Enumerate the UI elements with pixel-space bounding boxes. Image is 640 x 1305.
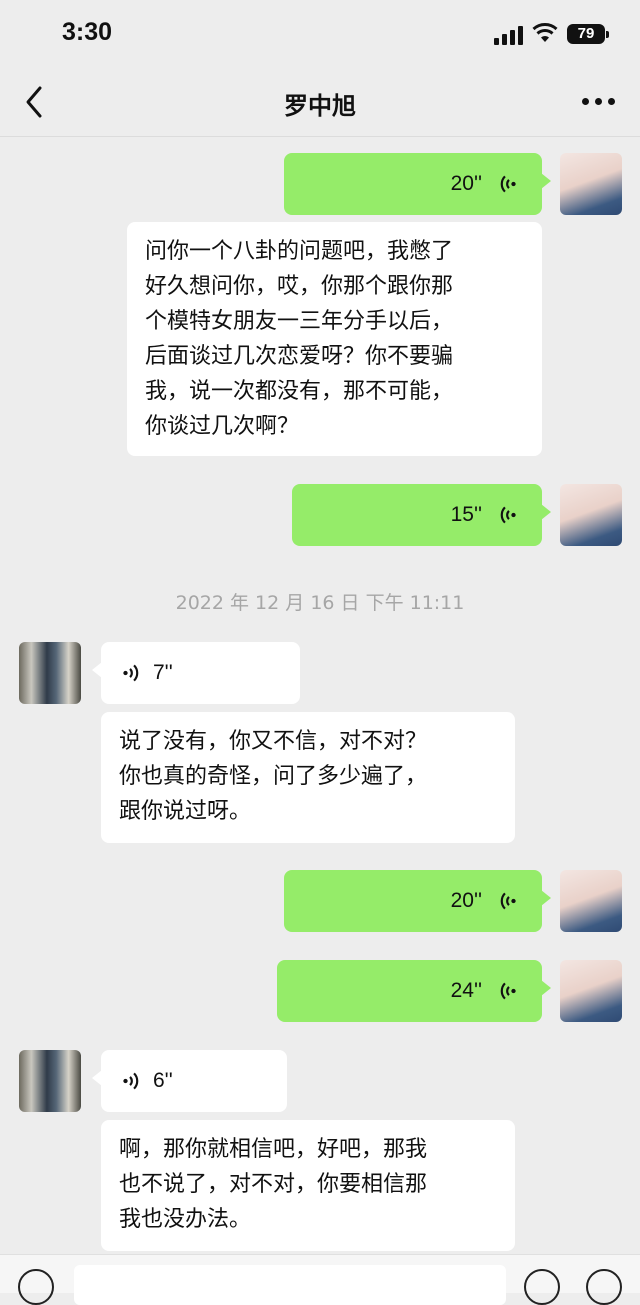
chat-title: 罗中旭 <box>284 92 356 120</box>
emoji-icon[interactable] <box>524 1269 560 1305</box>
battery-indicator: 79 <box>567 24 609 44</box>
voice-message-outgoing[interactable]: 15'' <box>292 484 551 546</box>
voice-message-incoming[interactable]: 6'' <box>92 1050 287 1112</box>
message-timestamp: 2022 年 12 月 16 日 下午 11:11 <box>175 592 465 614</box>
voice-message-outgoing[interactable]: 20'' <box>284 870 551 932</box>
voice-duration: 15'' <box>450 503 482 526</box>
chat-header: 罗中旭 <box>0 70 640 137</box>
voice-duration: 7'' <box>153 661 173 684</box>
avatar-self[interactable] <box>560 960 622 1022</box>
voice-wave-icon <box>500 175 516 193</box>
voice-wave-icon <box>123 664 139 682</box>
voice-input-icon[interactable] <box>18 1269 54 1305</box>
avatar-self[interactable] <box>560 484 622 546</box>
voice-duration: 24'' <box>450 979 482 1002</box>
voice-message-incoming[interactable]: 7'' <box>92 642 300 704</box>
more-dots-icon[interactable] <box>582 98 616 108</box>
voice-transcript: 说了没有，你又不信，对不对？ 你也真的奇怪，问了多少遍了， 跟你说过呀。 <box>101 712 515 843</box>
status-bar: 3:30 79 <box>0 0 640 70</box>
wifi-icon <box>532 23 558 42</box>
voice-wave-icon <box>500 892 516 910</box>
voice-message-outgoing[interactable]: 24'' <box>277 960 551 1022</box>
plus-icon[interactable] <box>586 1269 622 1305</box>
voice-duration: 20'' <box>450 172 482 195</box>
message-input[interactable] <box>74 1265 506 1305</box>
avatar-self[interactable] <box>560 153 622 215</box>
input-bar <box>0 1254 640 1305</box>
voice-duration: 6'' <box>153 1069 173 1092</box>
voice-wave-icon <box>500 982 516 1000</box>
avatar-contact[interactable] <box>19 642 81 704</box>
avatar-self[interactable] <box>560 870 622 932</box>
voice-wave-icon <box>123 1072 139 1090</box>
voice-wave-icon <box>500 506 516 524</box>
avatar-contact[interactable] <box>19 1050 81 1112</box>
voice-transcript: 问你一个八卦的问题吧，我憋了 好久想问你，哎，你那个跟你那 个模特女朋友一三年分… <box>127 222 542 456</box>
voice-message-outgoing[interactable]: 20'' <box>284 153 551 215</box>
status-time: 3:30 <box>62 18 113 46</box>
voice-duration: 20'' <box>450 889 482 912</box>
voice-transcript: 啊，那你就相信吧，好吧，那我 也不说了，对不对，你要相信那 我也没办法。 <box>101 1120 515 1251</box>
signal-icon <box>494 25 526 45</box>
